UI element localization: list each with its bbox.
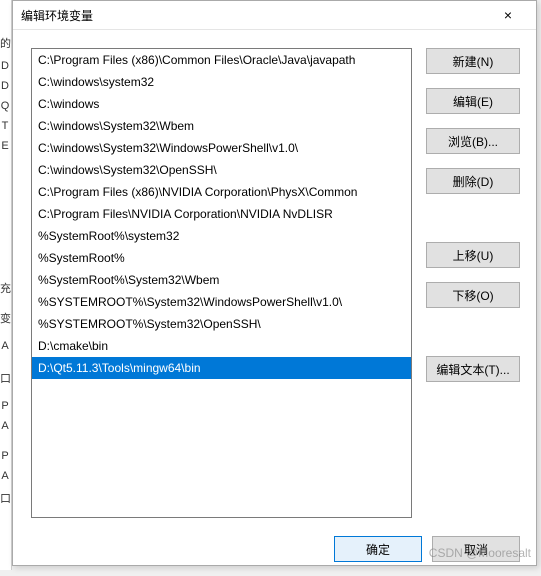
edit-button[interactable]: 编辑(E) bbox=[426, 88, 520, 114]
background-char: A bbox=[0, 470, 10, 482]
move-down-button[interactable]: 下移(O) bbox=[426, 282, 520, 308]
delete-button[interactable]: 删除(D) bbox=[426, 168, 520, 194]
background-char: D bbox=[0, 80, 10, 92]
path-item[interactable]: D:\cmake\bin bbox=[32, 335, 411, 357]
path-item[interactable]: C:\windows bbox=[32, 93, 411, 115]
path-item[interactable]: C:\Program Files (x86)\Common Files\Orac… bbox=[32, 49, 411, 71]
dialog-content: C:\Program Files (x86)\Common Files\Orac… bbox=[13, 30, 536, 528]
path-item[interactable]: C:\windows\System32\Wbem bbox=[32, 115, 411, 137]
path-item[interactable]: %SystemRoot%\system32 bbox=[32, 225, 411, 247]
button-column: 新建(N) 编辑(E) 浏览(B)... 删除(D) 上移(U) 下移(O) 编… bbox=[426, 48, 520, 518]
background-char: 口 bbox=[0, 490, 10, 506]
background-char: A bbox=[0, 420, 10, 432]
browse-button[interactable]: 浏览(B)... bbox=[426, 128, 520, 154]
path-item[interactable]: %SystemRoot% bbox=[32, 247, 411, 269]
path-item[interactable]: C:\windows\System32\OpenSSH\ bbox=[32, 159, 411, 181]
dialog-footer: 确定 取消 bbox=[13, 528, 536, 576]
path-item[interactable]: C:\windows\system32 bbox=[32, 71, 411, 93]
path-item[interactable]: %SYSTEMROOT%\System32\OpenSSH\ bbox=[32, 313, 411, 335]
background-char: E bbox=[0, 140, 10, 152]
titlebar: 编辑环境变量 × bbox=[13, 1, 536, 30]
background-char: P bbox=[0, 450, 10, 462]
new-button[interactable]: 新建(N) bbox=[426, 48, 520, 74]
background-char: 变 bbox=[0, 310, 10, 326]
path-item[interactable]: C:\Program Files\NVIDIA Corporation\NVID… bbox=[32, 203, 411, 225]
background-char: P bbox=[0, 400, 10, 412]
dialog-title: 编辑环境变量 bbox=[21, 7, 488, 24]
background-char: 口 bbox=[0, 370, 10, 386]
path-item[interactable]: C:\Program Files (x86)\NVIDIA Corporatio… bbox=[32, 181, 411, 203]
path-item[interactable]: C:\windows\System32\WindowsPowerShell\v1… bbox=[32, 137, 411, 159]
background-char: 的 bbox=[0, 35, 10, 51]
background-char: 充 bbox=[0, 280, 10, 296]
move-up-button[interactable]: 上移(U) bbox=[426, 242, 520, 268]
background-char: Q bbox=[0, 100, 10, 112]
path-item[interactable]: D:\Qt5.11.3\Tools\mingw64\bin bbox=[32, 357, 411, 379]
background-char: A bbox=[0, 340, 10, 352]
cancel-button[interactable]: 取消 bbox=[432, 536, 520, 562]
path-item[interactable]: %SYSTEMROOT%\System32\WindowsPowerShell\… bbox=[32, 291, 411, 313]
edit-env-var-dialog: 编辑环境变量 × C:\Program Files (x86)\Common F… bbox=[12, 0, 537, 566]
path-listbox[interactable]: C:\Program Files (x86)\Common Files\Orac… bbox=[31, 48, 412, 518]
background-char: T bbox=[0, 120, 10, 132]
close-button[interactable]: × bbox=[488, 1, 528, 29]
close-icon: × bbox=[504, 7, 512, 23]
ok-button[interactable]: 确定 bbox=[334, 536, 422, 562]
edit-text-button[interactable]: 编辑文本(T)... bbox=[426, 356, 520, 382]
background-char: D bbox=[0, 60, 10, 72]
path-item[interactable]: %SystemRoot%\System32\Wbem bbox=[32, 269, 411, 291]
